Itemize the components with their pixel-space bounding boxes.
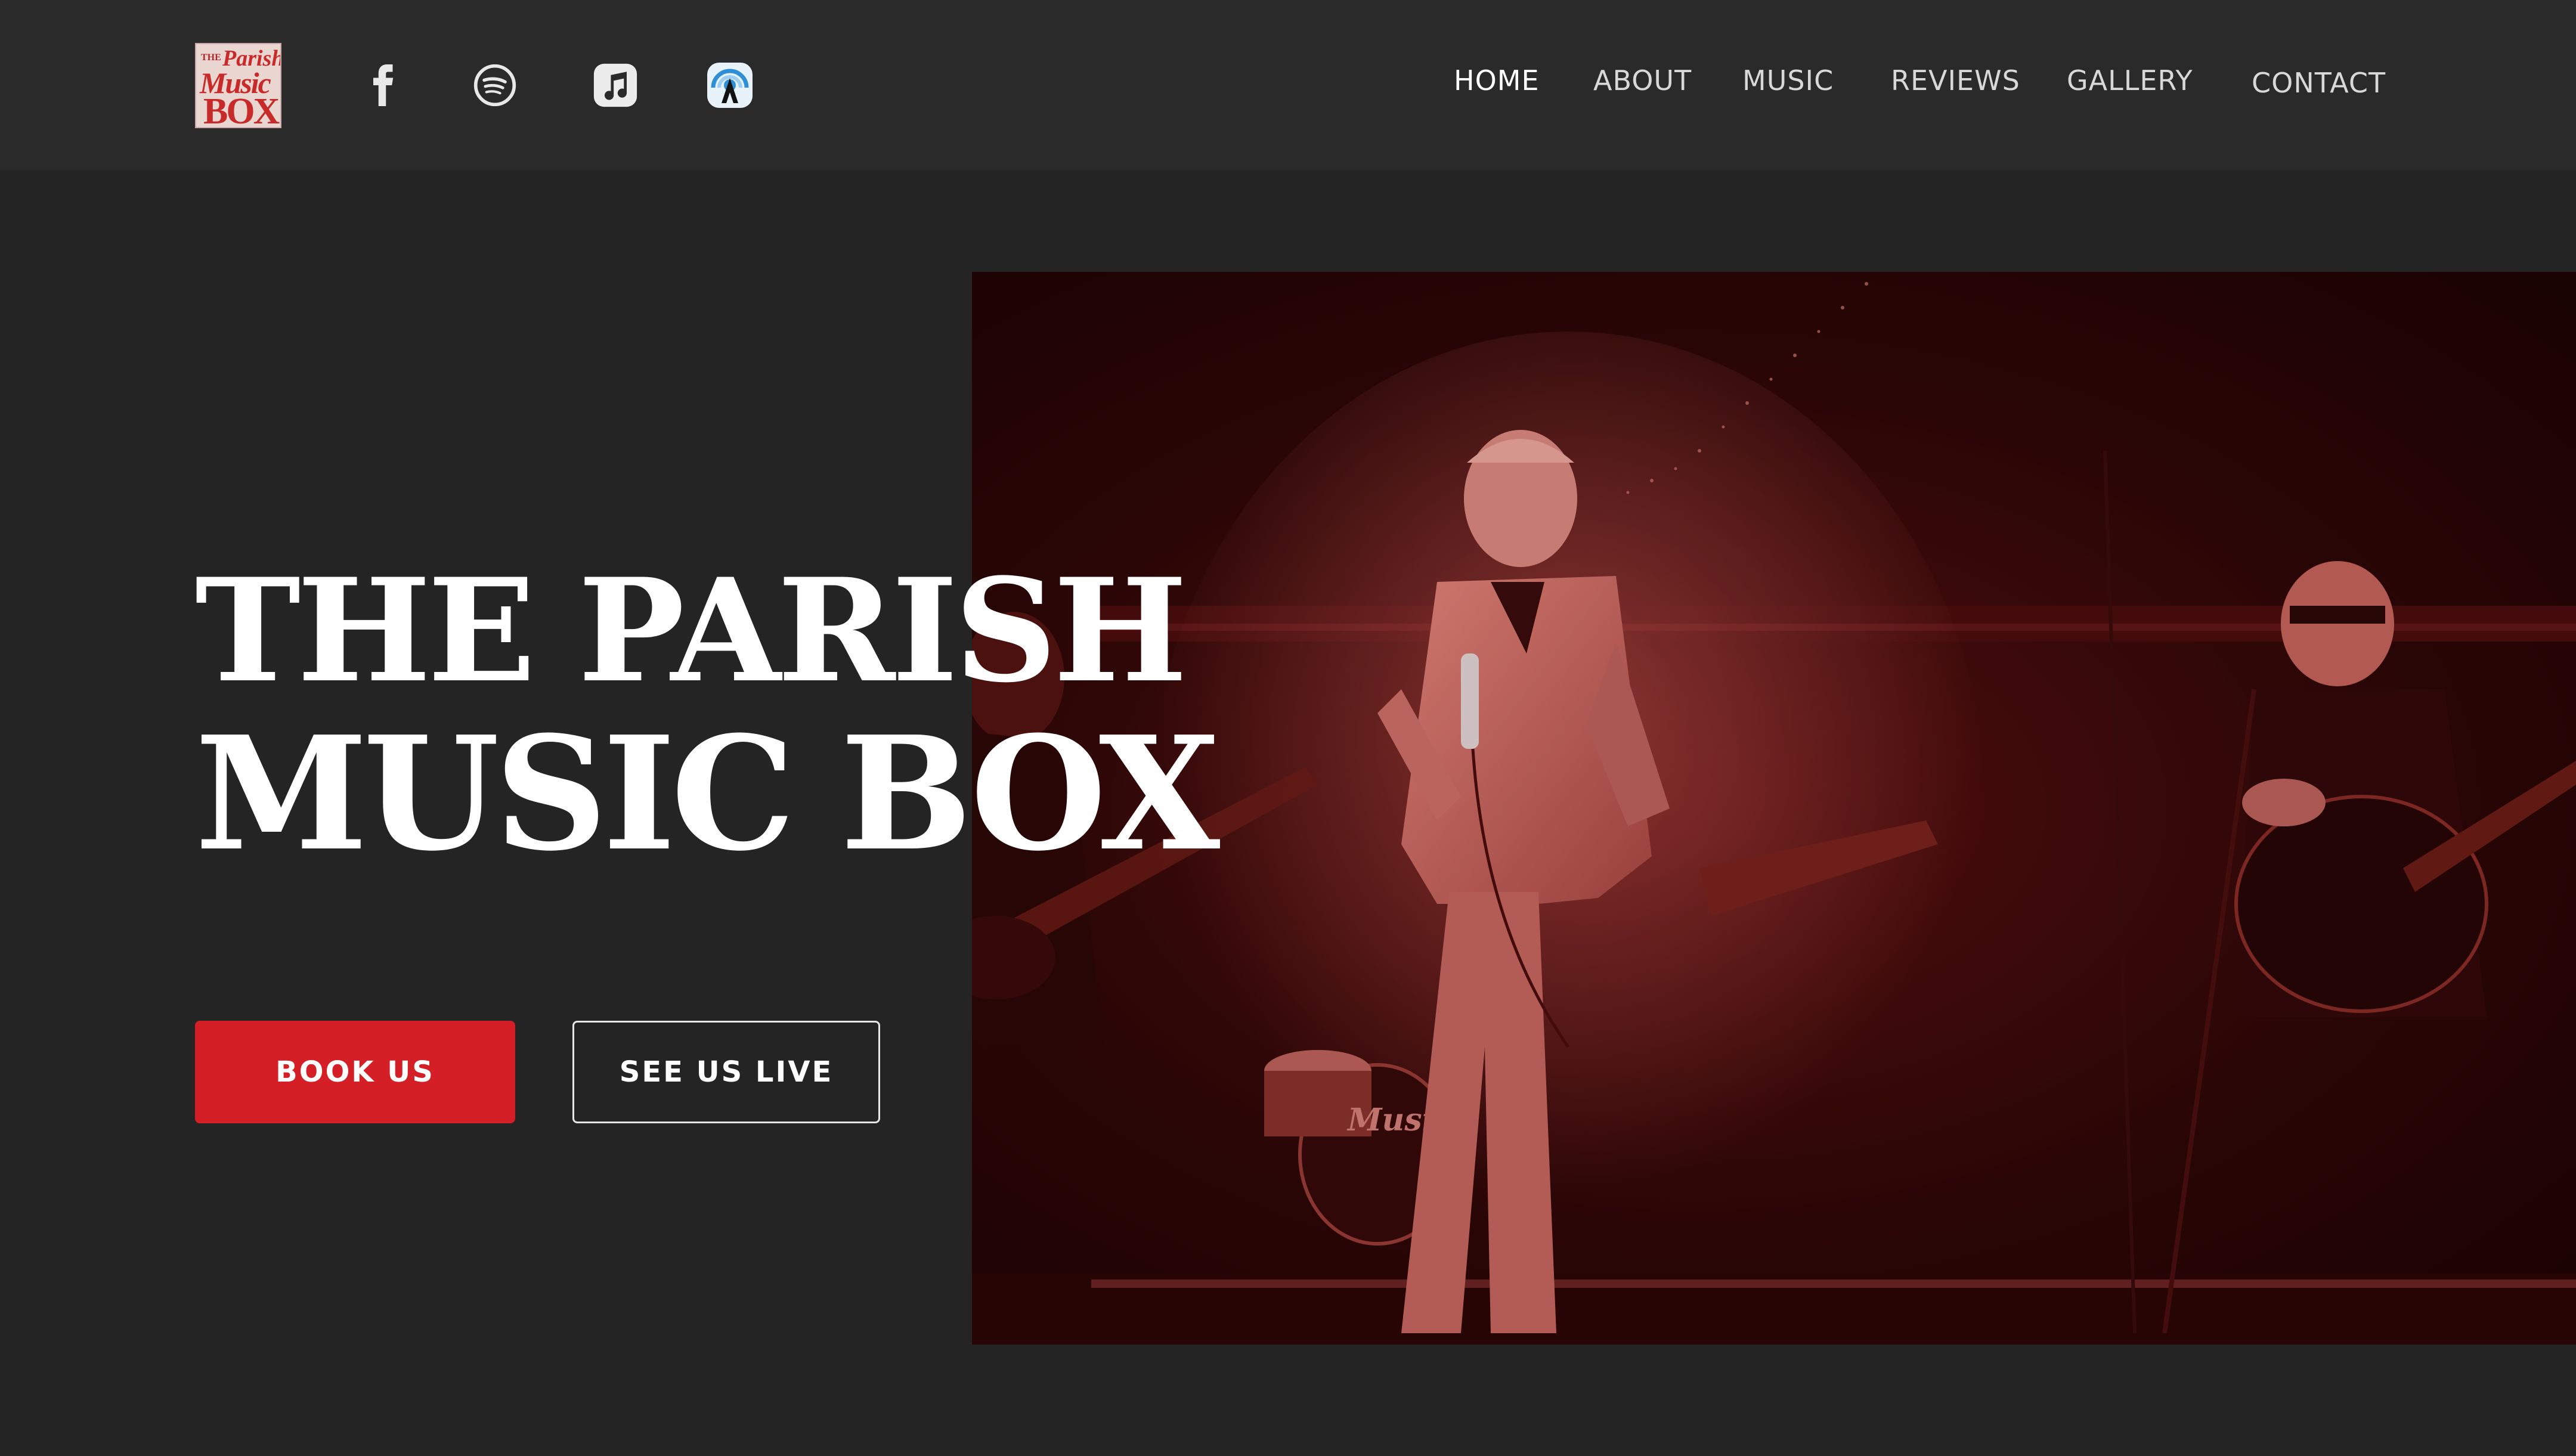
spotify-icon[interactable] bbox=[468, 58, 522, 112]
nav-reviews[interactable]: REVIEWS bbox=[1891, 64, 2020, 97]
site-header: THE Parish Music BOX HOME ABOUT MUSIC RE… bbox=[0, 0, 2576, 171]
nav-contact[interactable]: CONTACT bbox=[2252, 67, 2386, 99]
logo-text-the: THE bbox=[201, 52, 221, 63]
audiomack-icon[interactable] bbox=[703, 58, 757, 112]
book-us-button[interactable]: BOOK US bbox=[195, 1021, 515, 1123]
hero-title-line2: MUSIC BOX bbox=[195, 702, 1220, 885]
nav-gallery[interactable]: GALLERY bbox=[2067, 64, 2193, 97]
nav-about[interactable]: ABOUT bbox=[1593, 64, 1692, 97]
nav-music[interactable]: MUSIC bbox=[1742, 64, 1834, 97]
facebook-icon[interactable] bbox=[355, 58, 409, 112]
hero-title: THE PARISH MUSIC BOX bbox=[195, 548, 1220, 885]
band-logo[interactable]: THE Parish Music BOX bbox=[195, 43, 281, 128]
hero-title-line1: THE PARISH bbox=[195, 548, 1187, 714]
logo-text-box: BOX bbox=[203, 91, 280, 128]
apple-music-icon[interactable] bbox=[589, 58, 642, 112]
page: THE Parish Music BOX HOME ABOUT MUSIC RE… bbox=[0, 0, 2576, 1456]
nav-home[interactable]: HOME bbox=[1454, 64, 1540, 97]
see-us-live-button[interactable]: SEE US LIVE bbox=[572, 1021, 880, 1123]
